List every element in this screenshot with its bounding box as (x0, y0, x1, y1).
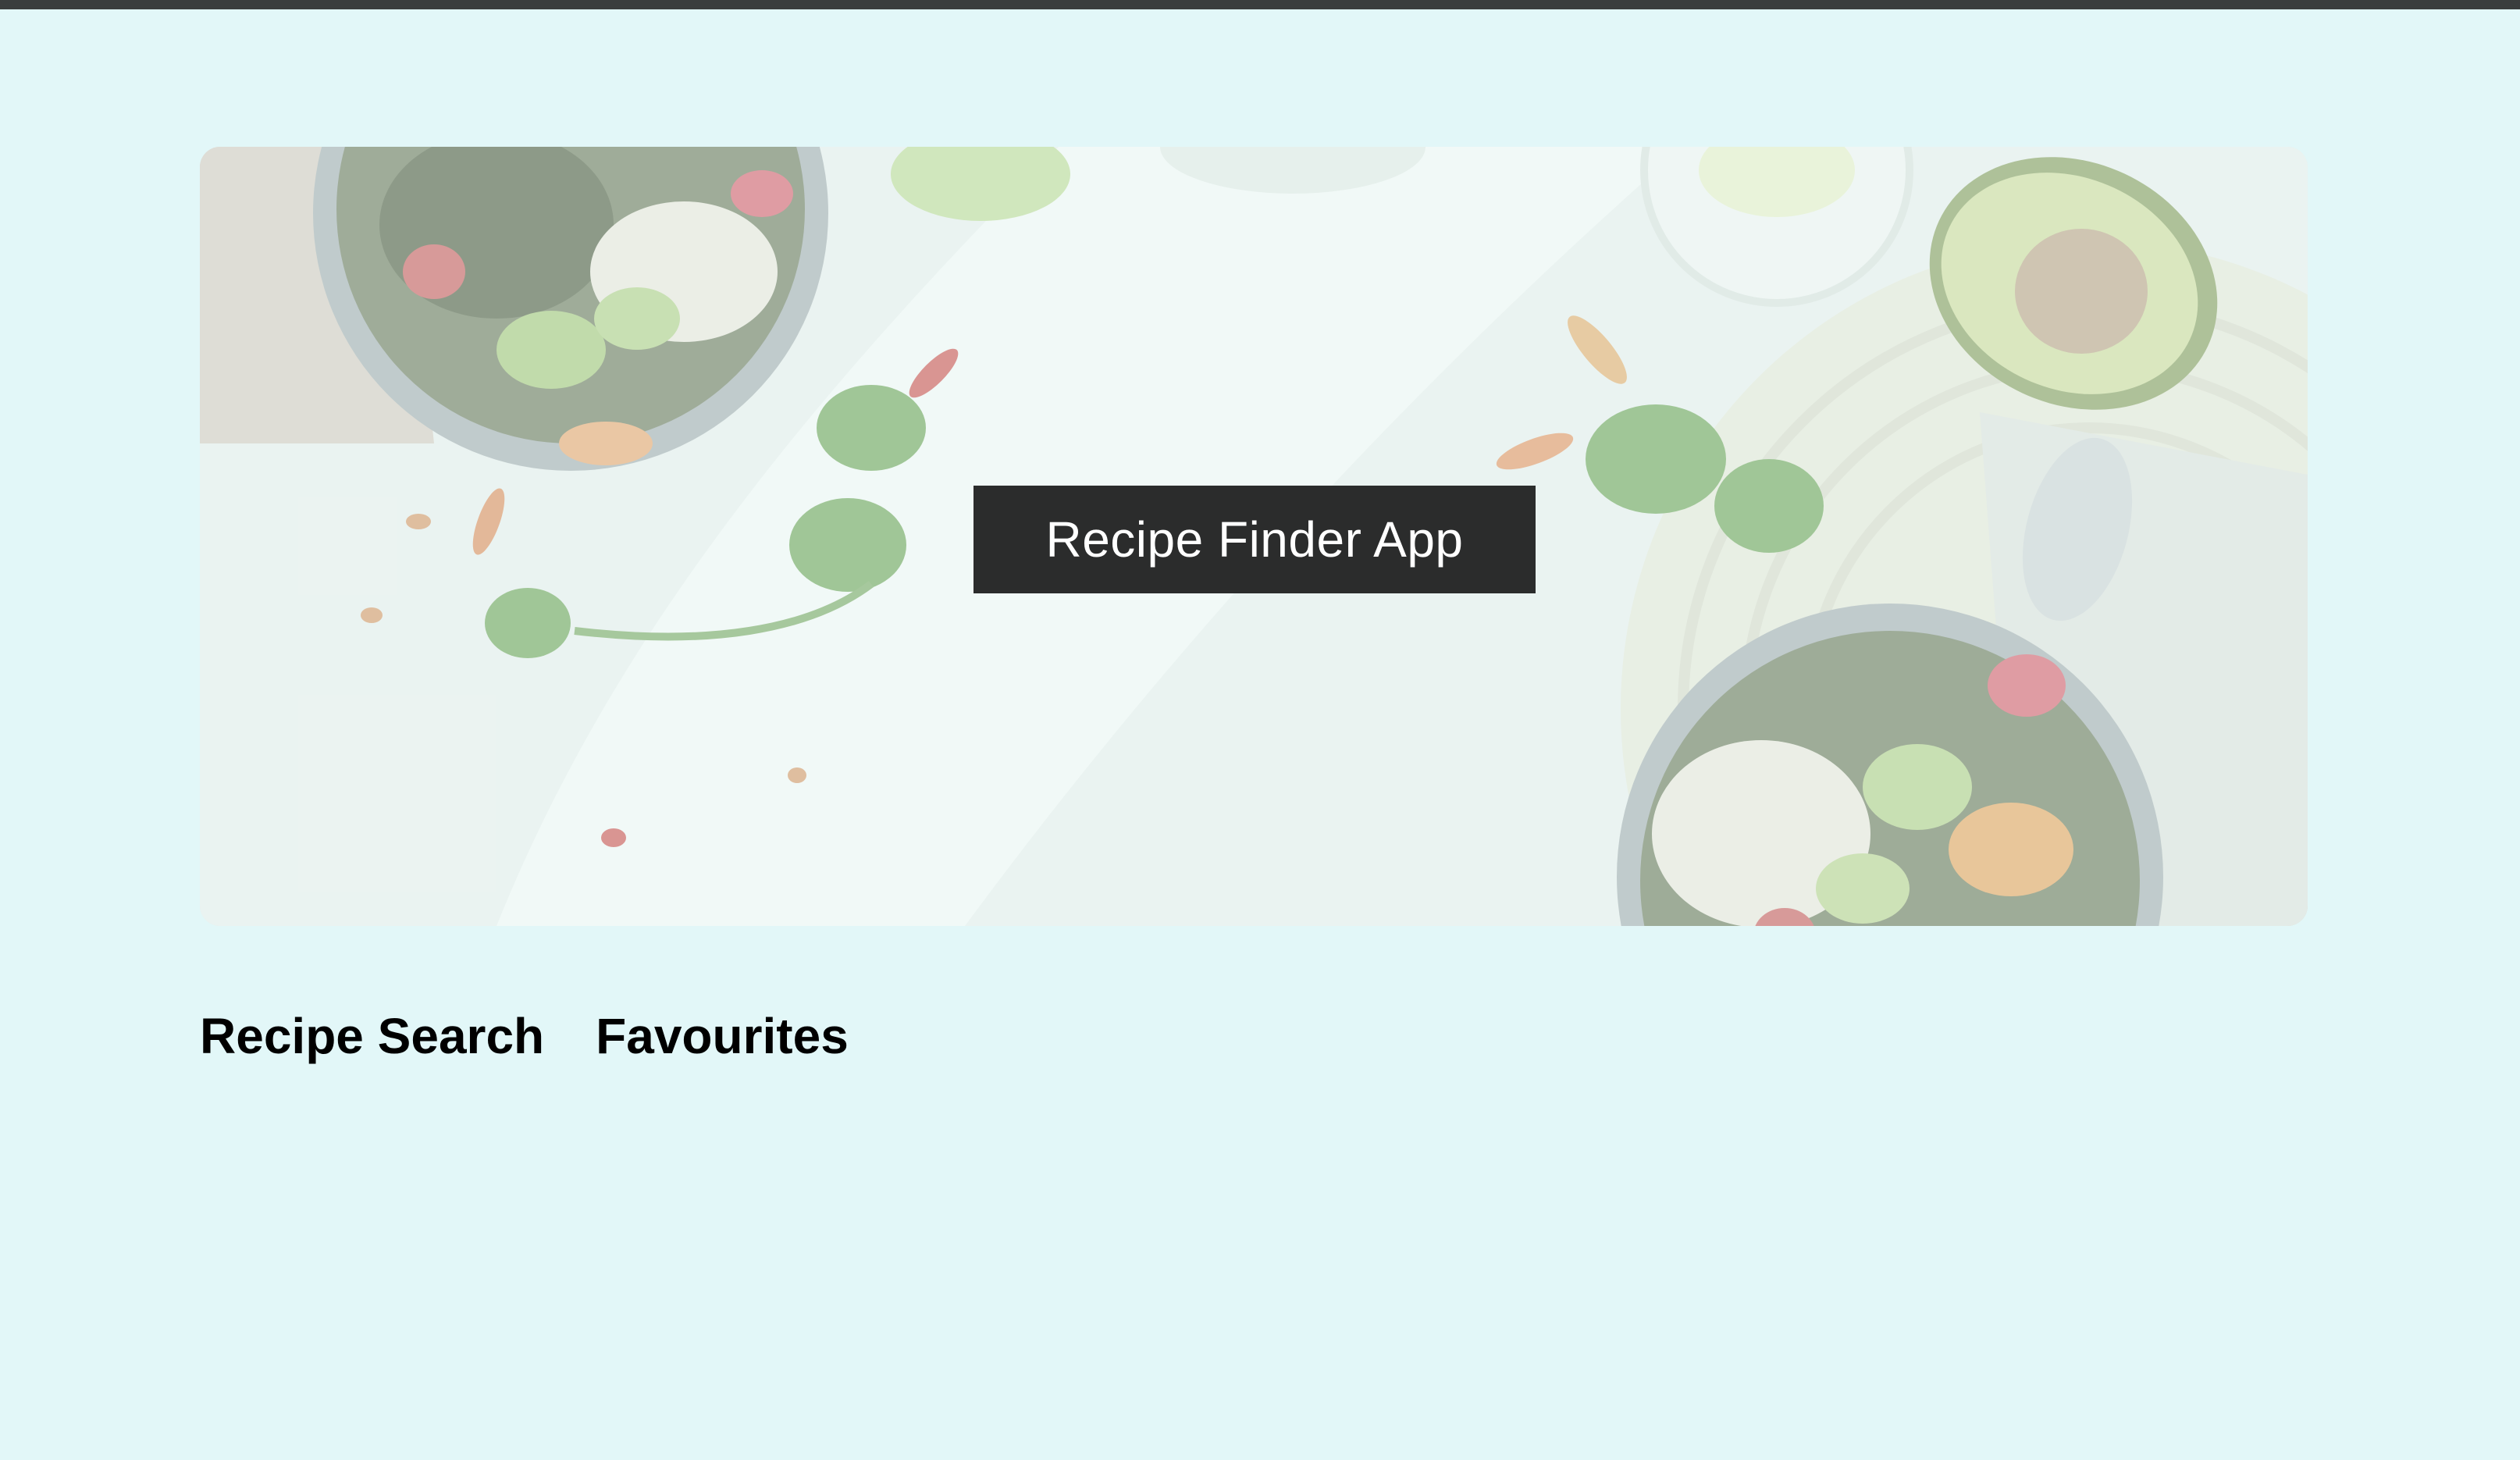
hero-banner: Recipe Finder App (200, 147, 2308, 926)
top-bar (0, 0, 2520, 9)
nav-recipe-search[interactable]: Recipe Search (200, 1007, 544, 1065)
nav-favourites[interactable]: Favourites (596, 1007, 849, 1065)
app-title: Recipe Finder App (1045, 511, 1464, 568)
app-title-box: Recipe Finder App (973, 486, 1536, 593)
main-nav: Recipe Search Favourites (200, 1007, 849, 1065)
